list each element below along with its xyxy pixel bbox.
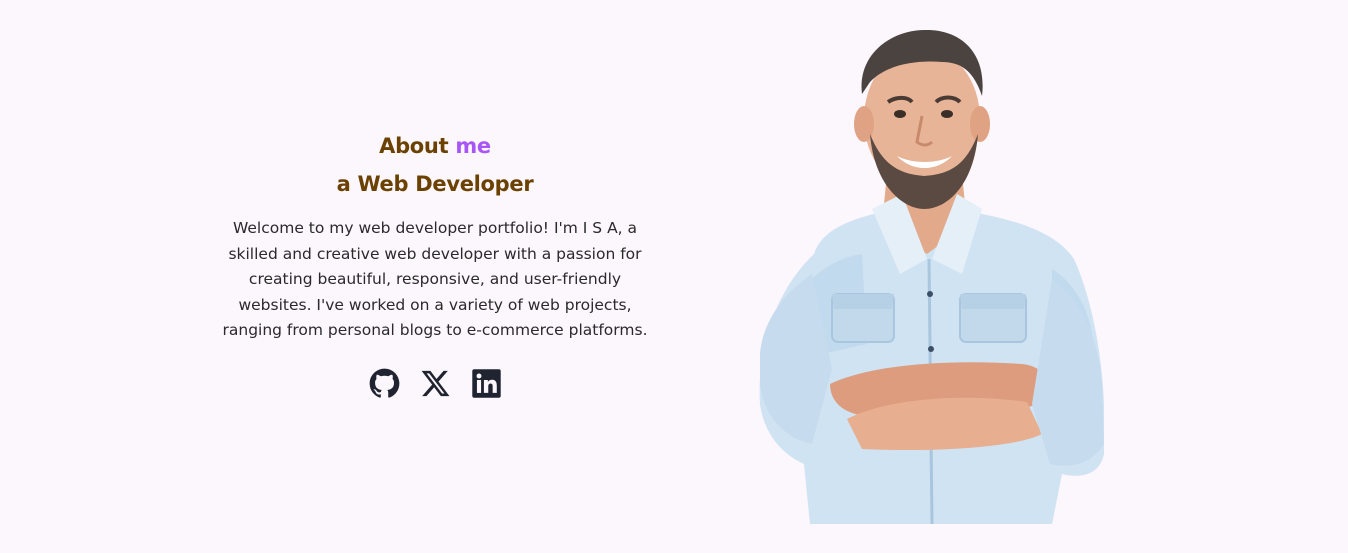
x-icon — [421, 370, 449, 396]
about-section: About me a Web Developer Welcome to my w… — [0, 0, 1348, 553]
social-links — [215, 368, 655, 399]
about-subtitle: a Web Developer — [336, 172, 534, 196]
x-link[interactable] — [420, 368, 451, 399]
linkedin-icon — [471, 368, 501, 398]
portrait-image — [752, 24, 1112, 524]
about-content: About me a Web Developer Welcome to my w… — [215, 128, 655, 399]
about-title: About me — [215, 128, 655, 164]
linkedin-link[interactable] — [471, 368, 502, 399]
about-description: Welcome to my web developer portfolio! I… — [222, 219, 648, 339]
about-title-prefix: About — [379, 134, 456, 158]
developer-portrait-illustration — [759, 29, 1104, 524]
about-title-accent: me — [455, 134, 491, 158]
github-link[interactable] — [369, 368, 400, 399]
github-icon — [369, 368, 399, 398]
